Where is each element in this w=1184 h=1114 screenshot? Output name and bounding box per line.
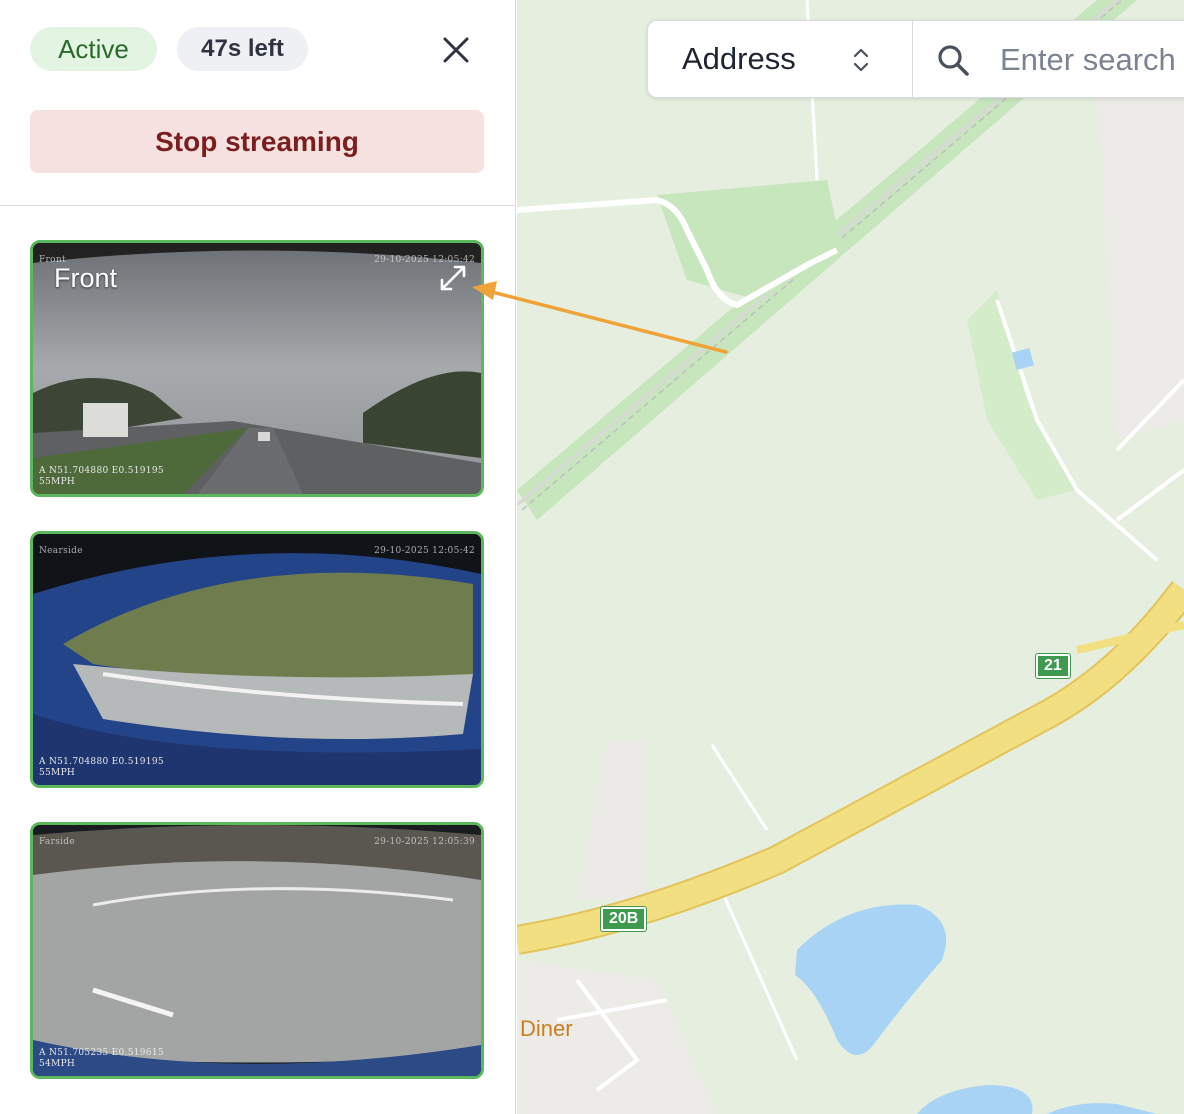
camera-osd-gps: A N51.704880 E0.519195 [39, 757, 164, 767]
road-shield: 20B [601, 907, 647, 931]
camera-osd-speed: 54MPH [39, 1059, 76, 1069]
time-left-badge: 47s left [177, 27, 308, 71]
search-type-value: Address [682, 41, 796, 76]
camera-osd-timestamp: 29-10-2025 12:05:42 [374, 546, 475, 556]
camera-feed-front[interactable]: Front 29-10-2025 12:05:42 A N51.704880 E… [30, 240, 484, 497]
camera-sidebar: Active 47s left Stop streaming Front 29-… [0, 0, 516, 1114]
map-view[interactable]: 21 20B Diner [517, 0, 1184, 1114]
camera-osd-speed: 55MPH [39, 768, 76, 778]
farside-camera-image [33, 825, 481, 1076]
search-input[interactable] [998, 35, 1184, 85]
camera-osd-timestamp: 29-10-2025 12:05:39 [374, 837, 475, 847]
divider [0, 205, 516, 206]
expand-icon[interactable] [438, 263, 468, 293]
camera-osd-name: Farside [39, 837, 75, 847]
close-button[interactable] [436, 30, 476, 70]
map-canvas [517, 0, 1184, 1114]
map-search-bar: Address [647, 20, 1184, 98]
poi-label[interactable]: Diner [520, 1016, 573, 1042]
camera-osd-gps: A N51.704880 E0.519195 [39, 466, 164, 476]
search-icon [938, 45, 969, 76]
search-type-select[interactable]: Address [648, 21, 913, 97]
camera-osd-gps: A N51.705235 E0.519615 [39, 1048, 164, 1058]
close-icon [443, 37, 469, 63]
chevron-updown-icon [853, 48, 869, 72]
road-shield: 21 [1036, 654, 1070, 678]
status-badge: Active [30, 27, 157, 71]
camera-feed-nearside[interactable]: Nearside 29-10-2025 12:05:42 A N51.70488… [30, 531, 484, 788]
camera-osd-speed: 55MPH [39, 477, 76, 487]
camera-feed-farside[interactable]: Farside 29-10-2025 12:05:39 A N51.705235… [30, 822, 484, 1079]
camera-osd-name: Nearside [39, 546, 83, 556]
camera-label: Front [54, 263, 118, 293]
nearside-camera-image [33, 534, 481, 785]
stop-streaming-button[interactable]: Stop streaming [30, 110, 484, 173]
